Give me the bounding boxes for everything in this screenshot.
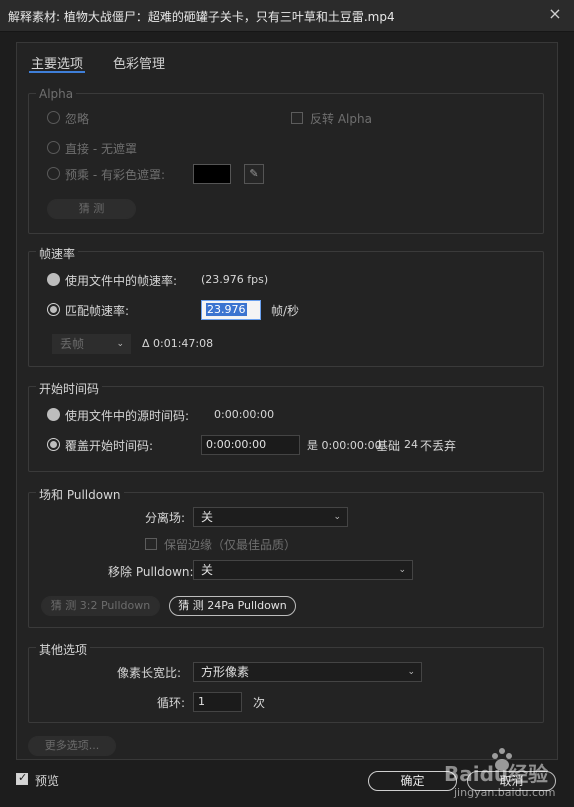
conform-framerate-label: 匹配帧速率:	[65, 304, 130, 318]
timecode-drop-text: 不丢弃	[420, 439, 457, 453]
alpha-guess-button[interactable]: 猜 测	[47, 199, 136, 219]
preview-checkbox[interactable]	[16, 771, 28, 785]
timecode-is-text: 是 0:00:00:00	[307, 439, 382, 452]
use-file-framerate-radio[interactable]	[47, 273, 60, 286]
other-options-legend: 其他选项	[36, 641, 91, 658]
timecode-base-label: 基础	[376, 439, 401, 453]
framerate-legend: 帧速率	[36, 245, 79, 262]
invert-alpha-checkbox[interactable]	[291, 112, 303, 124]
alpha-premult-label: 预乘 - 有彩色遮罩:	[65, 168, 166, 182]
watermark-url: jingyan.baidu.com	[454, 786, 556, 799]
dialog-title: 解释素材: 植物大战僵尸：超难的砸罐子关卡，只有三叶草和土豆雷.mp4	[8, 10, 395, 24]
eyedropper-icon[interactable]: ✎	[244, 164, 264, 184]
preview-label: 预览	[35, 774, 60, 788]
preserve-edges-label: 保留边缘（仅最佳品质）	[164, 538, 297, 552]
source-timecode-value: 0:00:00:00	[214, 408, 275, 421]
remove-pulldown-select[interactable]: 关 ⌄	[193, 560, 413, 580]
conform-framerate-value: 23.976	[206, 303, 247, 316]
separate-fields-value: 关	[201, 510, 214, 524]
loop-unit-label: 次	[253, 696, 266, 710]
chevron-down-icon: ⌄	[333, 512, 341, 522]
timecode-legend: 开始时间码	[36, 380, 103, 397]
alpha-ignore-label: 忽略	[65, 112, 90, 126]
other-options-group: 其他选项 像素长宽比: 方形像素 ⌄ 循环: 1 次	[28, 641, 544, 723]
pixel-aspect-value: 方形像素	[201, 665, 250, 679]
dialog-titlebar: 解释素材: 植物大战僵尸：超难的砸罐子关卡，只有三叶草和土豆雷.mp4 ×	[0, 0, 574, 32]
alpha-premult-radio[interactable]	[47, 167, 60, 180]
loop-count-input[interactable]: 1	[193, 692, 242, 712]
chevron-down-icon: ⌄	[407, 667, 415, 677]
alpha-group: Alpha 忽略 反转 Alpha 直接 - 无遮罩 预乘 - 有彩色遮罩: ✎…	[28, 87, 544, 234]
invert-alpha-label: 反转 Alpha	[310, 112, 372, 126]
tab-color-management[interactable]: 色彩管理	[113, 53, 165, 72]
drop-frame-value: 丢帧	[60, 337, 85, 351]
chevron-down-icon: ⌄	[116, 339, 124, 349]
timecode-group: 开始时间码 使用文件中的源时间码: 0:00:00:00 覆盖开始时间码: 0:…	[28, 380, 544, 472]
guess-24pa-pulldown-button[interactable]: 猜 测 24Pa Pulldown	[169, 596, 296, 616]
pixel-aspect-select[interactable]: 方形像素 ⌄	[193, 662, 422, 682]
more-options-button[interactable]: 更多选项...	[28, 736, 116, 756]
matte-color-swatch[interactable]	[193, 164, 231, 184]
loop-label: 循环:	[157, 696, 186, 710]
fields-legend: 场和 Pulldown	[36, 486, 124, 503]
main-panel: 主要选项 色彩管理 Alpha 忽略 反转 Alpha 直接 - 无遮罩 预乘 …	[16, 42, 558, 760]
alpha-straight-radio[interactable]	[47, 141, 60, 154]
tab-main-options[interactable]: 主要选项	[31, 53, 83, 72]
alpha-ignore-radio[interactable]	[47, 111, 60, 124]
separate-fields-select[interactable]: 关 ⌄	[193, 507, 348, 527]
fps-unit-label: 帧/秒	[271, 304, 300, 318]
drop-frame-select[interactable]: 丢帧 ⌄	[52, 334, 131, 354]
framerate-group: 帧速率 使用文件中的帧速率: (23.976 fps) 匹配帧速率: 23.97…	[28, 245, 544, 367]
conform-framerate-input[interactable]: 23.976	[201, 300, 261, 320]
close-icon[interactable]: ×	[545, 4, 565, 24]
conform-framerate-radio[interactable]	[47, 303, 60, 316]
watermark-brand: Baidu经验	[444, 762, 549, 786]
pixel-aspect-label: 像素长宽比:	[117, 666, 182, 680]
override-timecode-label: 覆盖开始时间码:	[65, 439, 154, 453]
override-timecode-radio[interactable]	[47, 438, 60, 451]
remove-pulldown-value: 关	[201, 563, 214, 577]
use-source-timecode-label: 使用文件中的源时间码:	[65, 409, 190, 423]
duration-delta: Δ 0:01:47:08	[142, 337, 214, 350]
separate-fields-label: 分离场:	[145, 511, 186, 525]
chevron-down-icon: ⌄	[398, 565, 406, 575]
preserve-edges-checkbox[interactable]	[145, 538, 157, 550]
baidu-watermark: Baidu经验 jingyan.baidu.com	[442, 742, 570, 804]
alpha-legend: Alpha	[36, 87, 77, 101]
remove-pulldown-label: 移除 Pulldown:	[108, 565, 194, 579]
fields-pulldown-group: 场和 Pulldown 分离场: 关 ⌄ 保留边缘（仅最佳品质） 移除 Pulld…	[28, 486, 544, 628]
alpha-straight-label: 直接 - 无遮罩	[65, 142, 137, 156]
override-timecode-input[interactable]: 0:00:00:00	[201, 435, 300, 455]
guess-32-pulldown-button[interactable]: 猜 测 3:2 Pulldown	[41, 596, 160, 616]
file-fps-value: (23.976 fps)	[201, 273, 269, 286]
timecode-base-value: 24	[404, 438, 418, 451]
use-source-timecode-radio[interactable]	[47, 408, 60, 421]
active-tab-indicator	[29, 71, 85, 73]
use-file-framerate-label: 使用文件中的帧速率:	[65, 274, 178, 288]
